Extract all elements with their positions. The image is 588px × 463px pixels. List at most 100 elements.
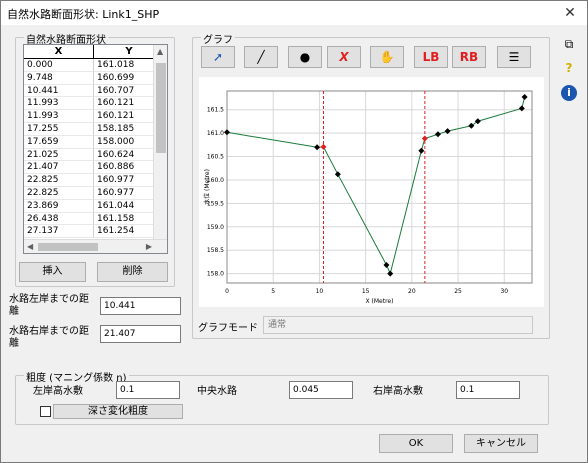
center-channel-input[interactable]: 0.045 — [289, 381, 353, 399]
y-axis-label: 水位 (Metre) — [203, 169, 211, 205]
cell-x[interactable]: 27.137 — [24, 225, 94, 239]
center-channel-label: 中央水路 — [197, 386, 237, 397]
title-bar: 自然水路断面形状: Link1_SHP ✕ — [1, 1, 587, 25]
window-title: 自然水路断面形状: Link1_SHP — [7, 8, 160, 21]
depth-roughness-button[interactable]: 深さ変化粗度 — [53, 404, 183, 419]
select-tool-button[interactable]: ➚ — [201, 46, 235, 68]
table-vertical-scrollbar[interactable]: ▲ — [153, 45, 167, 241]
table-row[interactable]: 17.659 158.000 — [24, 135, 167, 149]
bank-point — [320, 143, 327, 150]
table-row[interactable]: 27.137 161.254 — [24, 225, 167, 239]
x-tick-label: 0 — [225, 288, 229, 295]
table-row[interactable]: 22.825 160.977 — [24, 186, 167, 200]
table-row[interactable]: 11.993 160.121 — [24, 97, 167, 111]
data-point — [474, 118, 481, 125]
insert-button[interactable]: 挿入 — [19, 262, 86, 282]
cross-section-chart[interactable]: 0 5 10 15 20 25 30158.0158.5159.0159.5160.0160… — [199, 77, 544, 307]
list-icon: ☰ — [508, 50, 520, 64]
right-floodplain-input[interactable]: 0.1 — [456, 381, 520, 399]
cell-x[interactable]: 9.748 — [24, 71, 94, 85]
table-row[interactable]: 23.869 161.044 — [24, 199, 167, 213]
line-icon: ╱ — [257, 50, 265, 64]
scroll-left-icon[interactable]: ◀ — [27, 242, 33, 251]
cell-x[interactable]: 26.438 — [24, 212, 94, 226]
data-point — [468, 122, 475, 129]
data-point — [518, 105, 525, 112]
cell-x[interactable]: 10.441 — [24, 84, 94, 98]
cell-x[interactable]: 21.025 — [24, 148, 94, 162]
depth-roughness-checkbox[interactable] — [40, 406, 51, 417]
cancel-button[interactable]: キャンセル — [464, 434, 538, 453]
rb-label: RB — [459, 50, 479, 64]
y-tick-label: 160.5 — [207, 154, 224, 161]
scroll-up-icon[interactable]: ▲ — [157, 47, 163, 56]
cell-x[interactable]: 21.407 — [24, 161, 94, 175]
data-point — [434, 131, 441, 138]
table-row[interactable]: 17.255 158.185 — [24, 122, 167, 136]
delete-button[interactable]: 削除 — [97, 262, 168, 282]
table-row[interactable]: 26.438 161.158 — [24, 212, 167, 226]
column-x: X — [24, 45, 94, 58]
left-bank-input[interactable]: 10.441 — [100, 297, 181, 315]
data-point — [521, 93, 528, 100]
graph-mode-field: 通常 — [263, 316, 533, 334]
table-body: 0.000 161.018 9.748 160.699 10.441 160.707 11.… — [24, 59, 167, 239]
left-bank-tool-button[interactable]: LB — [414, 46, 448, 68]
delete-point-tool-button[interactable]: X — [327, 46, 361, 68]
right-bank-input[interactable]: 21.407 — [100, 325, 181, 343]
cell-x[interactable]: 17.659 — [24, 135, 94, 149]
graph-area[interactable]: 0 5 10 15 20 25 30 158.0 158.5 159.0 159.5 160.0 160… — [199, 77, 544, 307]
table-row[interactable]: 21.025 160.624 — [24, 148, 167, 162]
right-floodplain-label: 右岸高水敷 — [373, 386, 423, 397]
cell-x[interactable]: 22.825 — [24, 186, 94, 200]
table-row[interactable]: 0.000 161.018 — [24, 59, 167, 72]
dialog-window: 自然水路断面形状: Link1_SHP ✕ 自然水路断面形状 X Y 0.000… — [0, 0, 588, 463]
close-icon[interactable]: ✕ — [561, 4, 579, 22]
table-row[interactable]: 11.993 160.121 — [24, 110, 167, 123]
left-floodplain-input[interactable]: 0.1 — [116, 381, 180, 399]
y-tick-label: 161.5 — [207, 107, 224, 114]
graph-mode-label: グラフモード — [198, 323, 258, 334]
right-bank-label: 水路右岸までの距離 — [9, 326, 89, 349]
section-profile-line — [226, 96, 526, 276]
x-tick-label: 25 — [454, 288, 462, 295]
info-icon[interactable]: i — [561, 85, 577, 101]
scroll-right-icon[interactable]: ▶ — [146, 242, 152, 251]
x-tick-label: 20 — [408, 288, 416, 295]
pan-tool-button[interactable]: ✋ — [370, 46, 404, 68]
cell-x[interactable]: 11.993 — [24, 110, 94, 123]
data-point — [418, 147, 425, 154]
bank-point — [421, 135, 428, 142]
list-tool-button[interactable]: ☰ — [497, 46, 531, 68]
x-tick-label: 30 — [500, 288, 508, 295]
help-icon[interactable]: ? — [561, 61, 577, 75]
y-tick-label: 158.5 — [207, 247, 224, 254]
horizontal-scroll-thumb[interactable] — [38, 243, 98, 251]
table-row[interactable]: 21.407 160.886 — [24, 161, 167, 175]
cell-x[interactable]: 11.993 — [24, 97, 94, 111]
data-point — [383, 261, 390, 268]
left-bank-label: 水路左岸までの距離 — [9, 294, 89, 317]
vertical-scroll-thumb[interactable] — [156, 63, 166, 153]
x-tick-label: 10 — [316, 288, 324, 295]
cell-x[interactable]: 23.869 — [24, 199, 94, 213]
section-table[interactable]: X Y 0.000 161.018 9.748 160.699 10.441 160.70… — [23, 44, 168, 254]
cell-x[interactable]: 22.825 — [24, 174, 94, 187]
data-point — [387, 270, 394, 277]
add-point-tool-button[interactable]: ● — [288, 46, 322, 68]
table-row[interactable]: 10.441 160.707 — [24, 84, 167, 98]
x-tick-label: 5 — [271, 288, 275, 295]
copy-icon[interactable]: ⧉ — [561, 37, 577, 52]
y-tick-label: 159.0 — [207, 224, 224, 231]
left-floodplain-label: 左岸高水敷 — [33, 386, 83, 397]
cell-x[interactable]: 0.000 — [24, 59, 94, 72]
ok-button[interactable]: OK — [379, 434, 453, 453]
data-point — [334, 171, 341, 178]
cell-x[interactable]: 17.255 — [24, 122, 94, 136]
right-bank-tool-button[interactable]: RB — [452, 46, 486, 68]
table-row[interactable]: 22.825 160.977 — [24, 174, 167, 187]
line-tool-button[interactable]: ╱ — [244, 46, 278, 68]
table-horizontal-scrollbar[interactable]: ◀ ▶ — [24, 239, 167, 253]
table-row[interactable]: 9.748 160.699 — [24, 71, 167, 85]
hand-icon: ✋ — [379, 50, 395, 64]
